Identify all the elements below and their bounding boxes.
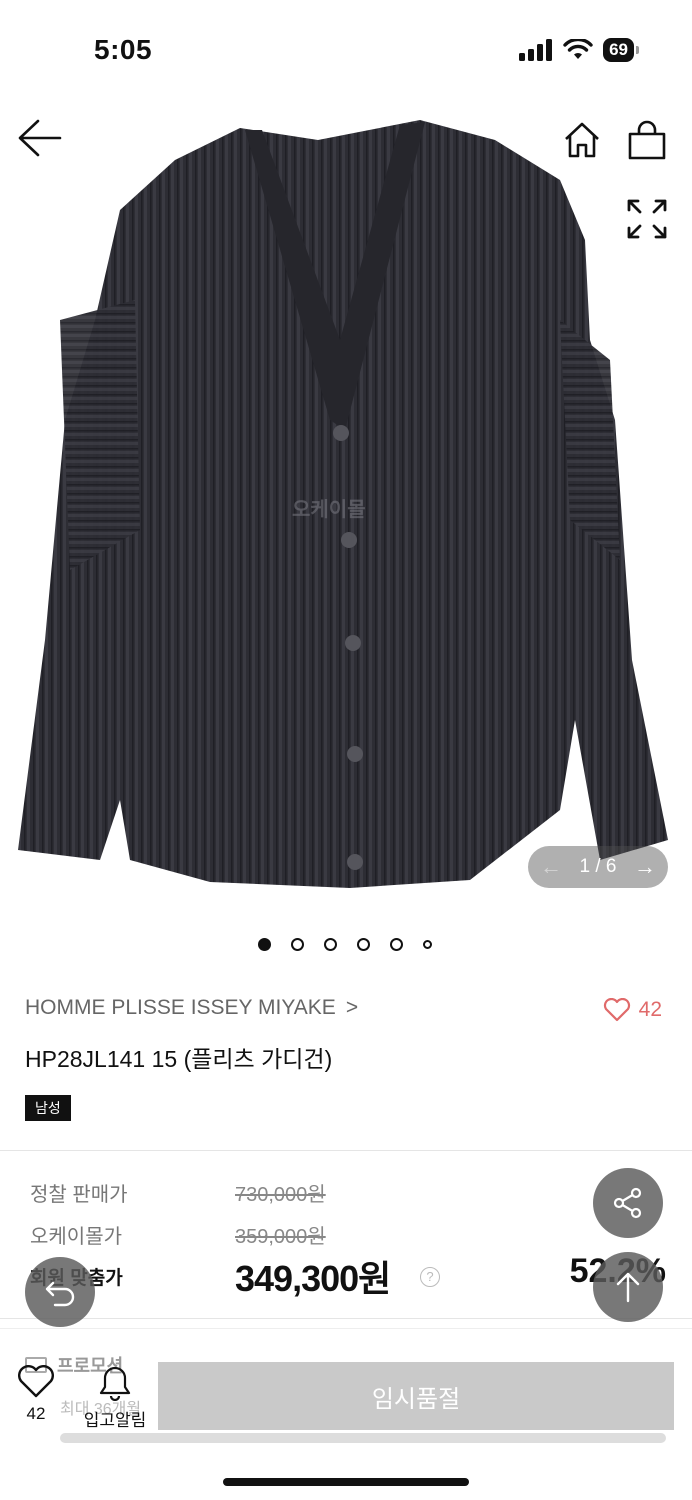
like-count: 42 bbox=[638, 998, 662, 1021]
restock-alert-button[interactable]: 입고알림 bbox=[80, 1365, 150, 1431]
fullscreen-button[interactable] bbox=[626, 198, 668, 245]
wishlist-button[interactable]: 42 bbox=[15, 1365, 57, 1424]
cart-button[interactable] bbox=[626, 120, 668, 167]
okmall-price-label: 오케이몰가 bbox=[30, 1226, 122, 1248]
pagination-dot[interactable] bbox=[258, 938, 271, 951]
restock-label: 입고알림 bbox=[83, 1411, 147, 1430]
wishlist-count: 42 bbox=[26, 1404, 46, 1423]
wifi-icon bbox=[563, 39, 593, 59]
status-time: 5:05 bbox=[94, 34, 153, 65]
gallery-pagination bbox=[0, 938, 692, 951]
home-icon bbox=[565, 122, 599, 158]
sold-out-button[interactable]: 임시품절 bbox=[158, 1362, 674, 1430]
share-button[interactable] bbox=[593, 1168, 663, 1238]
share-icon bbox=[613, 1187, 642, 1219]
like-button[interactable]: 42 bbox=[603, 998, 662, 1022]
help-icon[interactable]: ? bbox=[420, 1267, 440, 1287]
status-icons: 69 bbox=[519, 38, 639, 62]
status-bar: 5:05 69 bbox=[0, 0, 692, 100]
okmall-price: 359,000원 bbox=[235, 1226, 326, 1248]
brand-link[interactable]: HOMME PLISSE ISSEY MIYAKE > bbox=[25, 996, 358, 1020]
pagination-dot[interactable] bbox=[357, 938, 370, 951]
divider bbox=[0, 1328, 692, 1329]
scroll-top-button[interactable] bbox=[593, 1252, 663, 1322]
arrow-up-icon bbox=[616, 1272, 640, 1303]
shopping-bag-icon bbox=[628, 120, 666, 160]
heart-outline-icon bbox=[18, 1365, 54, 1398]
brand-name: HOMME PLISSE ISSEY MIYAKE bbox=[25, 996, 336, 1019]
back-button[interactable] bbox=[16, 118, 64, 163]
pagination-dot[interactable] bbox=[291, 938, 304, 951]
home-indicator bbox=[223, 1478, 469, 1486]
signal-icon bbox=[519, 39, 553, 61]
watermark: 오케이몰 bbox=[292, 499, 366, 521]
divider bbox=[0, 1318, 692, 1319]
member-price: 349,300원 bbox=[235, 1258, 391, 1299]
home-button[interactable] bbox=[562, 120, 602, 165]
chevron-right-icon: > bbox=[345, 996, 359, 1019]
bell-icon bbox=[99, 1366, 131, 1402]
pagination-dot[interactable] bbox=[390, 938, 403, 951]
list-price-label: 정찰 판매가 bbox=[30, 1184, 128, 1206]
image-counter-text: 1 / 6 bbox=[579, 856, 617, 877]
list-price: 730,000원 bbox=[235, 1184, 326, 1206]
bottom-strip bbox=[60, 1433, 666, 1443]
battery-indicator: 69 bbox=[603, 38, 639, 62]
arrow-left-icon bbox=[18, 119, 62, 157]
bottom-action-bar: 42 입고알림 임시품절 bbox=[0, 1350, 692, 1440]
pagination-dot[interactable] bbox=[324, 938, 337, 951]
image-counter: ← 1 / 6 → bbox=[528, 846, 668, 888]
prev-image-button[interactable]: ← bbox=[540, 854, 562, 880]
return-icon bbox=[45, 1281, 75, 1307]
product-title: HP28JL141 15 (플리츠 가디건) bbox=[25, 1046, 333, 1072]
undo-back-button[interactable] bbox=[25, 1257, 95, 1327]
expand-icon bbox=[627, 199, 667, 239]
product-image-gallery[interactable]: 오케이몰 ← 1 / 6 → bbox=[0, 100, 692, 910]
gender-badge: 남성 bbox=[25, 1095, 71, 1121]
pagination-dot[interactable] bbox=[423, 940, 432, 949]
heart-icon bbox=[603, 998, 630, 1022]
next-image-button[interactable]: → bbox=[634, 854, 656, 880]
divider bbox=[0, 1150, 692, 1151]
